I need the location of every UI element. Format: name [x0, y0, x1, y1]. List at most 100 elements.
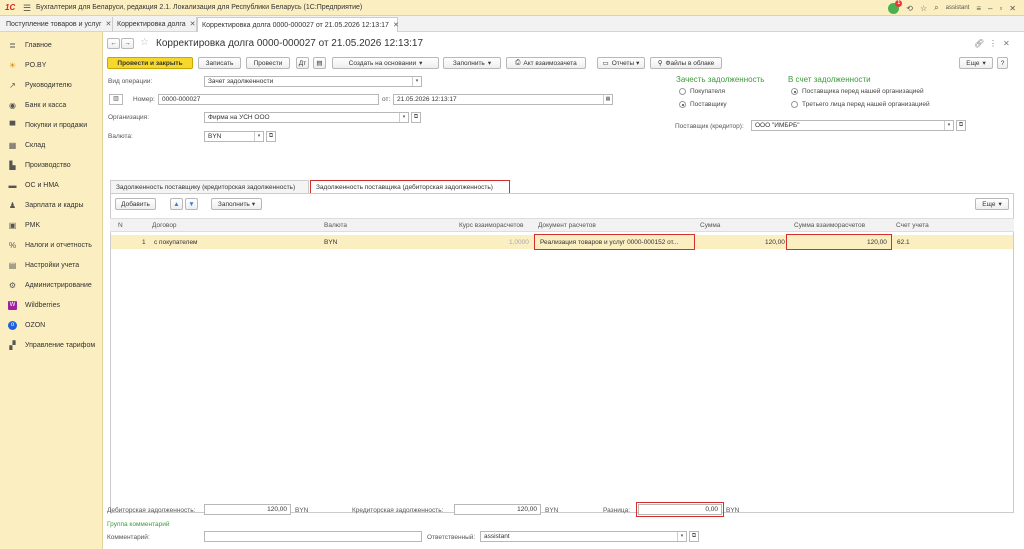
organization-field[interactable]: Фирма на УСН ООО ▾	[204, 112, 409, 123]
table-fill-button[interactable]: Заполнить ▾	[211, 198, 262, 210]
sidebar-item-tariff[interactable]: ▞ Управление тарифом	[8, 338, 95, 352]
settings-menu-icon[interactable]: ≡	[976, 4, 981, 13]
sidebar-item-fixed-assets[interactable]: ▬ ОС и НМА	[8, 178, 59, 192]
tab-creditor-debt[interactable]: Задолженность поставщику (кредиторская з…	[110, 180, 309, 194]
responsible-label: Ответственный:	[427, 534, 476, 541]
history-icon[interactable]: ⟲	[906, 4, 913, 13]
tab-goods-receipt[interactable]: Поступление товаров и услуг ✕	[2, 17, 113, 32]
scan-barcode-icon[interactable]: ▥	[109, 94, 123, 105]
fill-button[interactable]: Заполнить ▾	[443, 57, 501, 69]
comment-field[interactable]	[204, 531, 422, 542]
sidebar-item-ozon[interactable]: o OZON	[8, 318, 45, 332]
offset-act-button[interactable]: ⎙ Акт взаимозачета	[506, 57, 586, 69]
close-tab-icon[interactable]: ✕	[393, 22, 399, 29]
chevron-down-icon[interactable]: ▾	[944, 121, 953, 130]
favorites-star-icon[interactable]: ☆	[920, 4, 927, 13]
move-down-icon[interactable]: ▼	[185, 198, 198, 210]
sidebar-item-main[interactable]: ≣ Главное	[8, 38, 52, 52]
chevron-down-icon[interactable]: ▾	[677, 532, 686, 541]
highlight-document-cell	[534, 234, 695, 250]
sidebar-item-salary[interactable]: ♟ Зарплата и кадры	[8, 198, 84, 212]
reports-button[interactable]: ▭ Отчеты ▾	[597, 57, 645, 69]
bank-icon: ◉	[9, 100, 16, 110]
close-window-icon[interactable]: ✕	[1009, 4, 1016, 13]
row-sum[interactable]: 120,00	[765, 239, 785, 246]
sidebar-item-manager[interactable]: ↗ Руководителю	[8, 78, 72, 92]
supplier-field[interactable]: ООО "ИМБРБ" ▾	[751, 120, 954, 131]
chevron-down-icon[interactable]: ▾	[254, 132, 263, 141]
row-contract[interactable]: с покупателем	[154, 239, 198, 246]
forward-button[interactable]: →	[121, 38, 134, 49]
sidebar-item-taxes[interactable]: % Налоги и отчетность	[8, 238, 92, 252]
link-icon[interactable]: 🔗︎	[974, 39, 984, 48]
sidebar-item-label: PO.BY	[25, 61, 47, 69]
sidebar-item-admin[interactable]: ⚙ Администрирование	[8, 278, 92, 292]
back-button[interactable]: ←	[107, 38, 120, 49]
sidebar-item-warehouse[interactable]: ▦ Склад	[8, 138, 46, 152]
sidebar-item-bank[interactable]: ◉ Банк и касса	[8, 98, 66, 112]
operation-type-select[interactable]: Зачет задолженности ▾	[204, 76, 422, 87]
ozon-icon: o	[8, 320, 17, 330]
tab-debt-adjustment-list[interactable]: Корректировка долга ✕	[113, 17, 197, 32]
responsible-field[interactable]: assistant ▾	[480, 531, 687, 542]
post-and-close-button[interactable]: Провести и закрыть	[107, 57, 193, 69]
calendar-icon[interactable]: ▦	[603, 95, 612, 104]
cloud-files-button[interactable]: ⚲ Файлы в облаке	[650, 57, 722, 69]
close-form-icon[interactable]: ✕	[1003, 39, 1010, 48]
row-currency[interactable]: BYN	[324, 239, 337, 246]
search-icon[interactable]: ⌕	[934, 3, 938, 13]
col-contract: Договор	[152, 222, 177, 229]
create-based-on-button[interactable]: Создать на основании ▾	[332, 57, 439, 69]
help-button[interactable]: ?	[997, 57, 1008, 69]
user-name[interactable]: assistant	[946, 5, 970, 11]
tab-debtor-debt[interactable]: Задолженность поставщика (дебиторская за…	[310, 180, 510, 194]
comments-group-link[interactable]: Группа комментарий	[107, 521, 169, 528]
open-link-icon[interactable]: ⧉	[411, 112, 421, 123]
journal-icon[interactable]: Дт	[296, 57, 309, 69]
currency-field[interactable]: BYN ▾	[204, 131, 264, 142]
sidebar-item-settings[interactable]: ▤ Настройки учета	[8, 258, 79, 272]
sidebar-item-production[interactable]: ▙ Производство	[8, 158, 70, 172]
against-supplier-radio[interactable]: Поставщика перед нашей организацией	[791, 88, 924, 95]
post-button[interactable]: Провести	[246, 57, 290, 69]
against-third-party-radio[interactable]: Третьего лица перед нашей организацией	[791, 101, 930, 108]
date-field[interactable]: 21.05.2026 12:13:17 ▦	[393, 94, 613, 105]
operation-type-label: Вид операции:	[108, 78, 153, 85]
col-rate: Курс взаиморасчетов	[459, 222, 524, 229]
move-up-icon[interactable]: ▲	[170, 198, 183, 210]
notifications-icon[interactable]: 1	[888, 0, 903, 14]
close-tab-icon[interactable]: ✕	[190, 21, 196, 28]
chart-icon: ↗	[9, 80, 16, 90]
add-row-button[interactable]: Добавить	[115, 198, 156, 210]
number-label: Номер:	[133, 96, 155, 103]
restore-icon[interactable]: ▫	[999, 4, 1002, 13]
more-button[interactable]: Еще ▾	[959, 57, 993, 69]
favorite-star-icon[interactable]: ☆	[140, 37, 149, 48]
sidebar-item-poby[interactable]: ☀ PO.BY	[8, 58, 47, 72]
offset-supplier-radio[interactable]: Поставщику	[679, 101, 727, 108]
col-account: Счет учета	[896, 222, 929, 229]
chevron-down-icon[interactable]: ▾	[399, 113, 408, 122]
sidebar-item-wildberries[interactable]: W Wildberries	[8, 298, 60, 312]
close-tab-icon[interactable]: ✕	[106, 21, 112, 28]
sidebar-item-label: PMK	[25, 221, 41, 229]
people-icon: ♟	[8, 200, 17, 210]
row-account[interactable]: 62.1	[897, 239, 910, 246]
chevron-down-icon[interactable]: ▾	[412, 77, 421, 86]
table-more-button[interactable]: Еще ▾	[975, 198, 1009, 210]
number-field[interactable]: 0000-000027	[158, 94, 379, 105]
offset-buyer-radio[interactable]: Покупателя	[679, 88, 725, 95]
open-link-icon[interactable]: ⧉	[956, 120, 966, 131]
row-rate[interactable]: 1,0000	[509, 239, 529, 246]
main-menu-icon[interactable]: ☰	[23, 3, 31, 14]
structure-icon[interactable]: ▤	[313, 57, 326, 69]
tab-debt-adjustment-doc[interactable]: Корректировка долга 0000-000027 от 21.05…	[197, 17, 399, 32]
save-button[interactable]: Записать	[198, 57, 241, 69]
sidebar-item-pmk[interactable]: ▣ PMK	[8, 218, 40, 232]
sidebar-item-label: Банк и касса	[25, 101, 67, 109]
open-link-icon[interactable]: ⧉	[266, 131, 276, 142]
minimize-icon[interactable]: –	[988, 4, 992, 13]
open-link-icon[interactable]: ⧉	[689, 531, 699, 542]
sidebar-item-purchases-sales[interactable]: ▀ Покупки и продажи	[8, 118, 87, 132]
more-vert-icon[interactable]: ⋮	[989, 39, 997, 48]
